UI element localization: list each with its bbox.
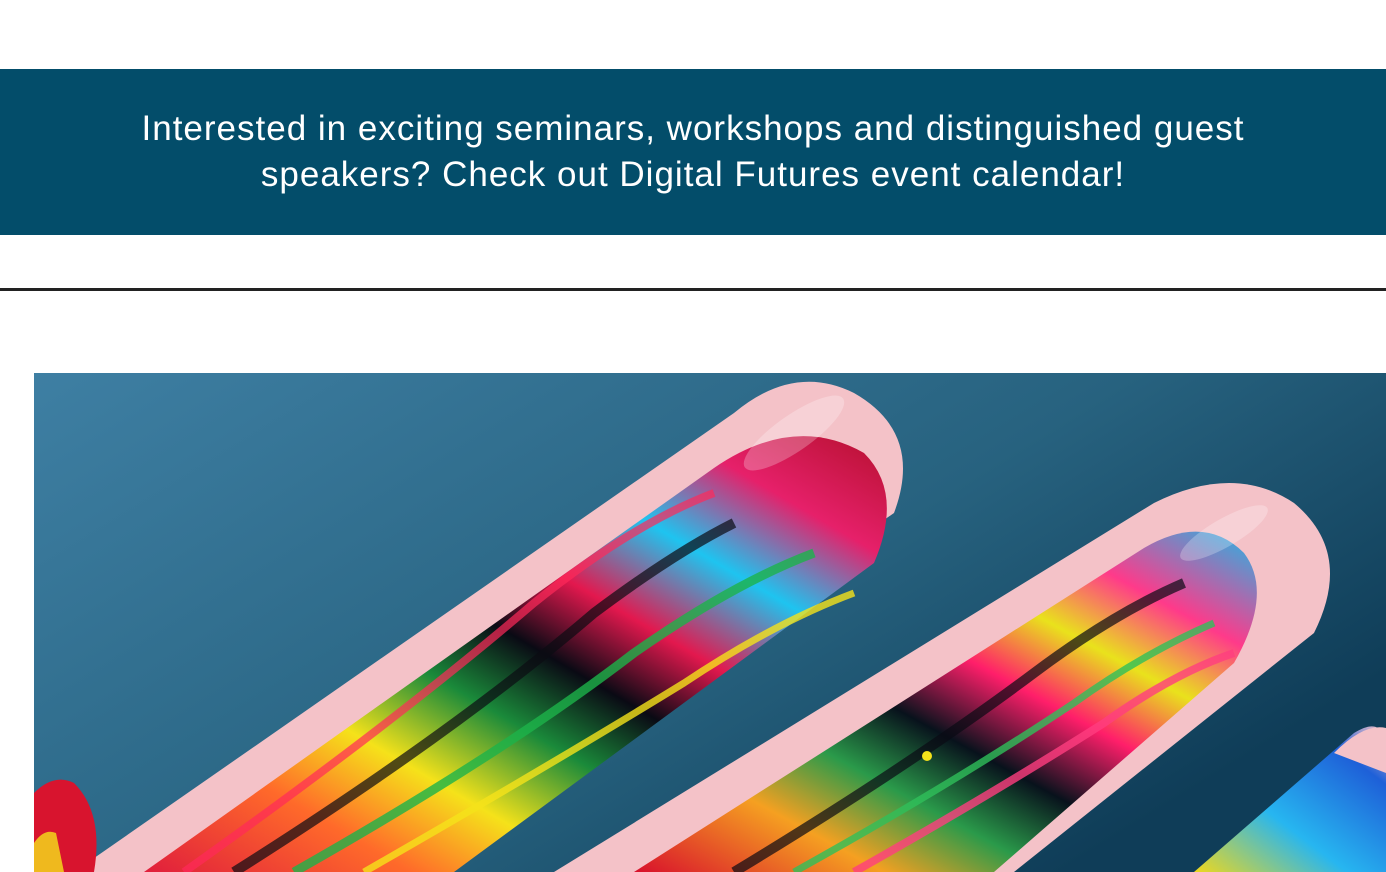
paint-fingers-illustration (34, 373, 1386, 872)
hero-image (34, 373, 1386, 872)
event-calendar-banner-link[interactable]: Interested in exciting seminars, worksho… (0, 69, 1386, 235)
section-divider (0, 288, 1386, 291)
event-calendar-banner-text: Interested in exciting seminars, worksho… (141, 109, 1245, 194)
page: Interested in exciting seminars, worksho… (0, 0, 1386, 872)
